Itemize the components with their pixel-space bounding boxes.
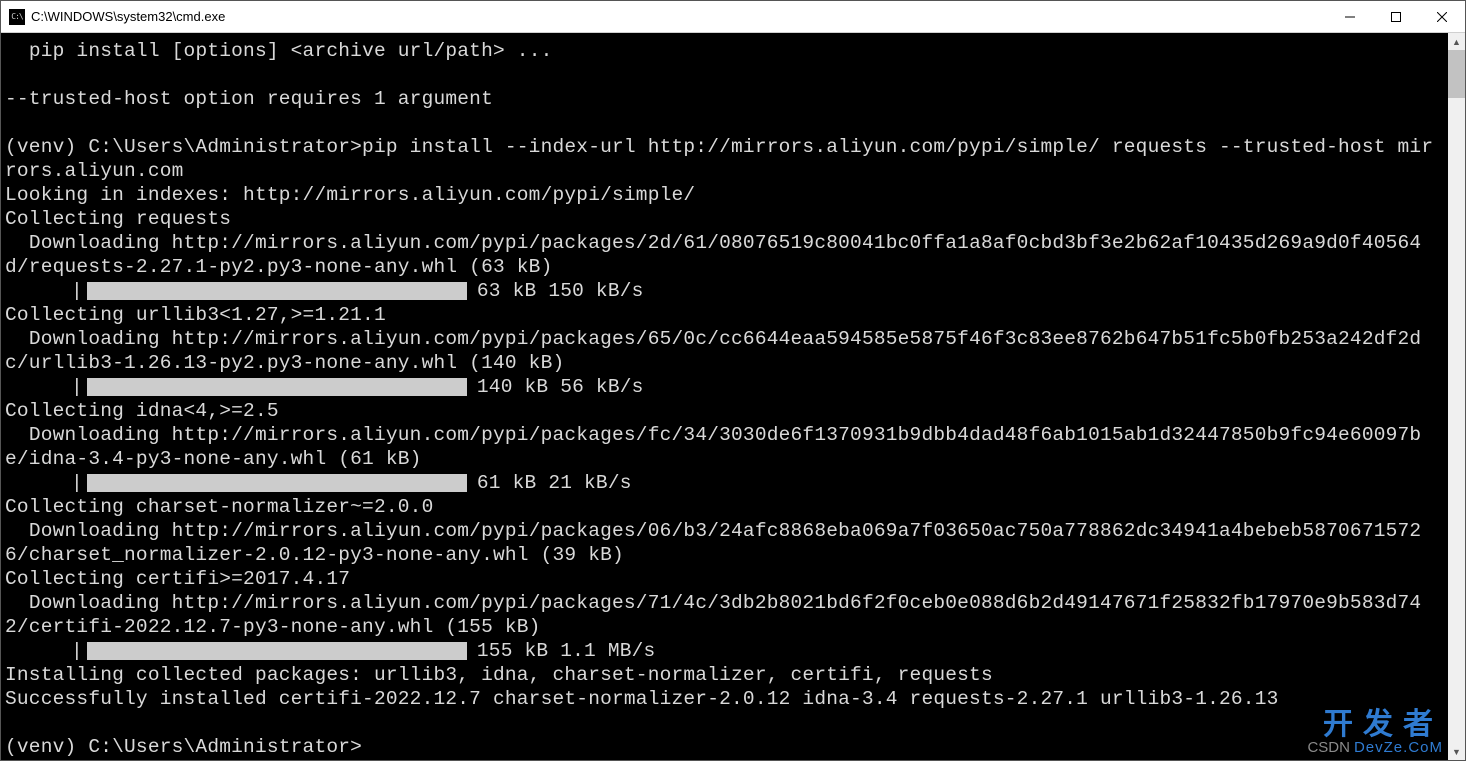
- console-line: Collecting requests: [5, 207, 1444, 231]
- progress-bar: [87, 282, 467, 300]
- titlebar[interactable]: C:\ C:\WINDOWS\system32\cmd.exe: [1, 1, 1465, 33]
- close-button[interactable]: [1419, 1, 1465, 33]
- console-line: Installing collected packages: urllib3, …: [5, 663, 1444, 687]
- vertical-scrollbar[interactable]: ▲ ▼: [1448, 33, 1465, 760]
- client-area: pip install [options] <archive url/path>…: [1, 33, 1465, 760]
- progress-row: |140 kB 56 kB/s: [5, 375, 1444, 399]
- console-line: Downloading http://mirrors.aliyun.com/py…: [5, 423, 1444, 471]
- console-line: Successfully installed certifi-2022.12.7…: [5, 687, 1444, 711]
- cmd-icon: C:\: [9, 9, 25, 25]
- scroll-thumb[interactable]: [1448, 50, 1465, 98]
- progress-row: |63 kB 150 kB/s: [5, 279, 1444, 303]
- console-line: --trusted-host option requires 1 argumen…: [5, 87, 1444, 111]
- cmd-window: C:\ C:\WINDOWS\system32\cmd.exe pip inst…: [0, 0, 1466, 761]
- maximize-button[interactable]: [1373, 1, 1419, 33]
- console-output[interactable]: pip install [options] <archive url/path>…: [1, 33, 1448, 760]
- progress-bar: [87, 474, 467, 492]
- console-line: Looking in indexes: http://mirrors.aliyu…: [5, 183, 1444, 207]
- console-line: [5, 711, 1444, 735]
- minimize-button[interactable]: [1327, 1, 1373, 33]
- console-line: Collecting idna<4,>=2.5: [5, 399, 1444, 423]
- console-line: Collecting urllib3<1.27,>=1.21.1: [5, 303, 1444, 327]
- progress-bar: [87, 378, 467, 396]
- progress-text: 155 kB 1.1 MB/s: [467, 639, 656, 663]
- progress-text: 140 kB 56 kB/s: [467, 375, 644, 399]
- console-line: Collecting certifi>=2017.4.17: [5, 567, 1444, 591]
- console-line: pip install [options] <archive url/path>…: [5, 39, 1444, 63]
- progress-text: 63 kB 150 kB/s: [467, 279, 644, 303]
- console-line: Downloading http://mirrors.aliyun.com/py…: [5, 519, 1444, 567]
- console-line: Collecting charset-normalizer~=2.0.0: [5, 495, 1444, 519]
- window-title: C:\WINDOWS\system32\cmd.exe: [31, 9, 225, 24]
- console-line: (venv) C:\Users\Administrator>: [5, 735, 1444, 759]
- console-line: [5, 63, 1444, 87]
- progress-text: 61 kB 21 kB/s: [467, 471, 632, 495]
- progress-row: |61 kB 21 kB/s: [5, 471, 1444, 495]
- scroll-up-arrow[interactable]: ▲: [1448, 33, 1465, 50]
- console-line: [5, 111, 1444, 135]
- scroll-down-arrow[interactable]: ▼: [1448, 743, 1465, 760]
- console-line: Downloading http://mirrors.aliyun.com/py…: [5, 591, 1444, 639]
- console-line: Downloading http://mirrors.aliyun.com/py…: [5, 231, 1444, 279]
- console-line: Downloading http://mirrors.aliyun.com/py…: [5, 327, 1444, 375]
- progress-row: |155 kB 1.1 MB/s: [5, 639, 1444, 663]
- console-line: (venv) C:\Users\Administrator>pip instal…: [5, 135, 1444, 183]
- progress-bar: [87, 642, 467, 660]
